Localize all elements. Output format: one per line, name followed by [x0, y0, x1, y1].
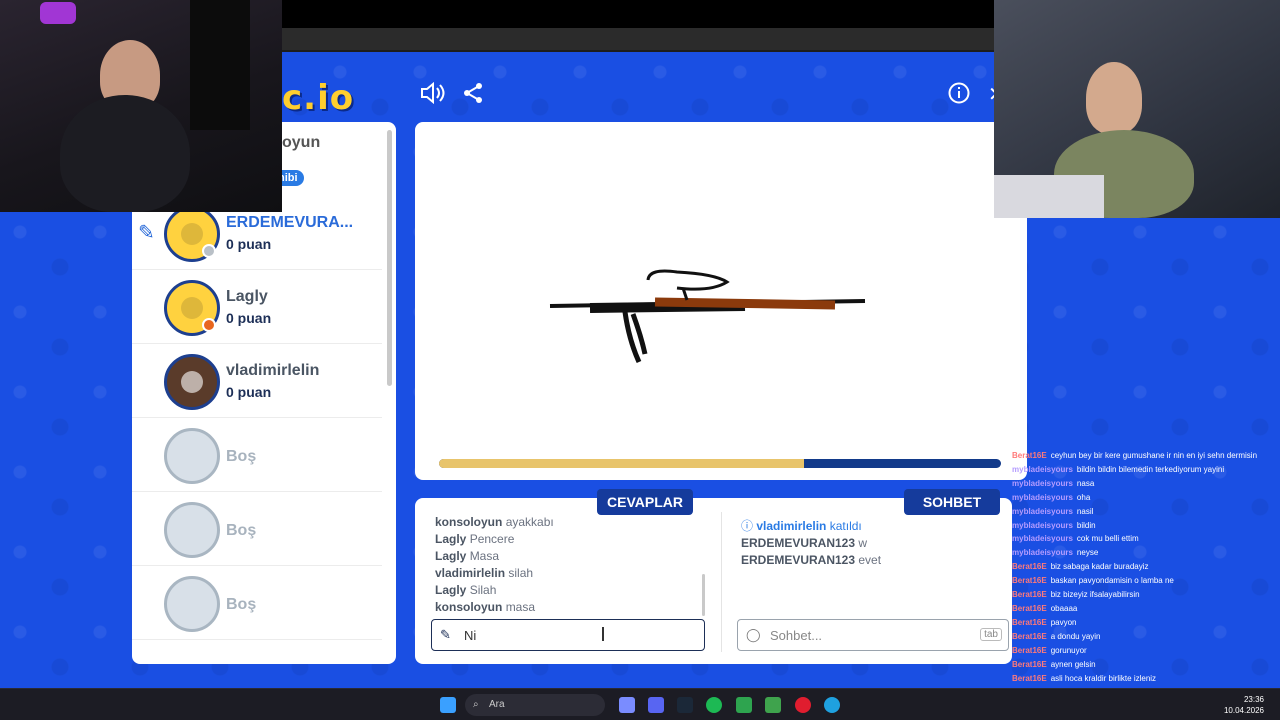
neon-light [40, 2, 76, 24]
discord-icon[interactable] [648, 697, 664, 713]
spotify-icon[interactable] [706, 697, 722, 713]
list-item: Lagly Masa [435, 549, 500, 563]
screen: c.io ✕ oyun hibi ✎ ERDEMEVURA... 0 puan … [0, 0, 1280, 720]
timer-progress [439, 459, 1001, 468]
status-dot [202, 244, 216, 258]
game-logo[interactable]: c.io [282, 78, 354, 118]
stream-chat-message: Berat16E biz bizeyiz ifsalayabilirsin [1012, 590, 1140, 600]
empty-slot: Boş [132, 418, 382, 492]
list-item: konsoloyun masa [435, 600, 536, 614]
stream-chat-message: mybladeisyours oha [1012, 492, 1091, 502]
divider [721, 512, 722, 652]
empty-slot: Boş [132, 566, 382, 640]
answers-chat-panel: konsoloyun ayakkabı Lagly Pencere Lagly … [415, 498, 1012, 664]
stream-chat-message: mybladeisyours nasa [1012, 478, 1095, 488]
pencil-icon: ✎ [440, 627, 451, 642]
monitor [190, 0, 250, 130]
share-icon[interactable] [462, 82, 484, 110]
webcam-right [994, 0, 1280, 218]
stream-chat-message: Berat16E a dondu yayin [1012, 631, 1101, 641]
keyboard [994, 175, 1104, 218]
steam-icon[interactable] [677, 697, 693, 713]
status-dot [202, 318, 216, 332]
system-clock[interactable]: 23:36 10.04.2026 [1224, 694, 1264, 716]
stream-chat-message: mybladeisyours bildin bildin bilemedin te… [1012, 464, 1225, 474]
tab-chat[interactable]: SOHBET [904, 489, 1000, 515]
empty-slot-label: Boş [226, 448, 257, 465]
chat-log: ⓘ vladimirlelin katıldı ERDEMEVURAN123 w… [741, 518, 1001, 569]
stream-chat-message: mybladeisyours neyse [1012, 548, 1099, 558]
player-score: 0 puan [226, 236, 272, 252]
player-score: 0 puan [226, 310, 272, 326]
player-name: Lagly [226, 288, 268, 305]
tab-key-hint: tab [980, 628, 1002, 641]
stream-chat-message: mybladeisyours nasil [1012, 506, 1094, 516]
join-message: ⓘ vladimirlelin katıldı [741, 519, 862, 533]
player-row[interactable]: vladimirlelin 0 puan [132, 344, 382, 418]
players-scrollbar[interactable] [387, 130, 392, 386]
webcam-left [0, 0, 282, 212]
avatar [164, 354, 220, 410]
stream-chat-message: mybladeisyours cok mu belli ettim [1012, 534, 1139, 544]
app-icon[interactable] [619, 697, 635, 713]
opera-icon[interactable] [795, 697, 811, 713]
drawing-canvas[interactable] [415, 122, 1027, 480]
answer-input[interactable]: ✎ Ni [431, 619, 705, 651]
stream-chat-message: Berat16E asli hoca kraldir birlikte izlen… [1012, 673, 1157, 683]
drawing [549, 269, 866, 364]
speaker-icon[interactable] [420, 81, 446, 110]
timer-progress-fill [439, 459, 805, 468]
chat-input[interactable]: ◯ Sohbet... tab [737, 619, 1009, 651]
host-name: oyun [282, 134, 321, 151]
app-icon[interactable] [736, 697, 752, 713]
stream-chat-message: mybladeisyours bildin [1012, 520, 1096, 530]
player-name: vladimirlelin [226, 362, 320, 379]
chat-message: ERDEMEVURAN123 evet [741, 553, 882, 567]
answers-scrollbar[interactable] [702, 574, 705, 616]
player-score: 0 puan [226, 384, 272, 400]
stream-chat-message: Berat16E biz sabaga kadar buradayiz [1012, 562, 1149, 572]
app-icon[interactable] [765, 697, 781, 713]
text-cursor [602, 627, 604, 641]
empty-avatar-icon [164, 502, 220, 558]
empty-slot: Boş [132, 492, 382, 566]
streamer-body [60, 95, 190, 212]
pencil-icon: ✎ [138, 222, 155, 244]
stream-chat-message: Berat16E baskan pavyondamisin o lamba ne [1012, 576, 1174, 586]
info-icon[interactable] [948, 82, 970, 110]
empty-avatar-icon [164, 576, 220, 632]
edge-icon[interactable] [824, 697, 840, 713]
browser-bar [282, 28, 994, 52]
player-name: ERDEMEVURA... [226, 214, 354, 231]
answers-list: konsoloyun ayakkabı Lagly Pencere Lagly … [435, 514, 705, 616]
empty-slot-label: Boş [226, 596, 257, 613]
empty-slot-label: Boş [226, 522, 257, 539]
chat-message: ERDEMEVURAN123 w [741, 536, 868, 550]
player-row[interactable]: Lagly 0 puan [132, 270, 382, 344]
stream-chat-message: Berat16E ceyhun bey bir kere gumushane ir… [1012, 451, 1258, 460]
taskbar-search[interactable]: ⌕ Ara [465, 694, 605, 716]
stream-chat-message: Berat16E obaaaa [1012, 603, 1078, 613]
tab-answers[interactable]: CEVAPLAR [597, 489, 693, 515]
empty-avatar-icon [164, 428, 220, 484]
windows-start-icon[interactable] [440, 697, 456, 713]
stream-chat-message: Berat16E aynen gelsin [1012, 659, 1096, 669]
stream-chat-overlay: Berat16E ceyhun bey bir kere gumushane ir… [1012, 449, 1280, 713]
list-item: konsoloyun ayakkabı [435, 515, 554, 529]
search-icon: ⌕ [473, 699, 479, 710]
stream-chat-message: Berat16E pavyon [1012, 617, 1077, 627]
info-icon: ⓘ [741, 519, 754, 533]
stream-chat-message: Berat16E gorunuyor [1012, 645, 1087, 655]
chat-bubble-icon: ◯ [746, 627, 761, 642]
taskbar: ⌕ Ara 23:36 10.04.2026 [0, 688, 1280, 720]
list-item: Lagly Silah [435, 583, 497, 597]
list-item: Lagly Pencere [435, 532, 515, 546]
streamer-face [1086, 62, 1142, 134]
list-item: vladimirlelin silah [435, 566, 534, 580]
